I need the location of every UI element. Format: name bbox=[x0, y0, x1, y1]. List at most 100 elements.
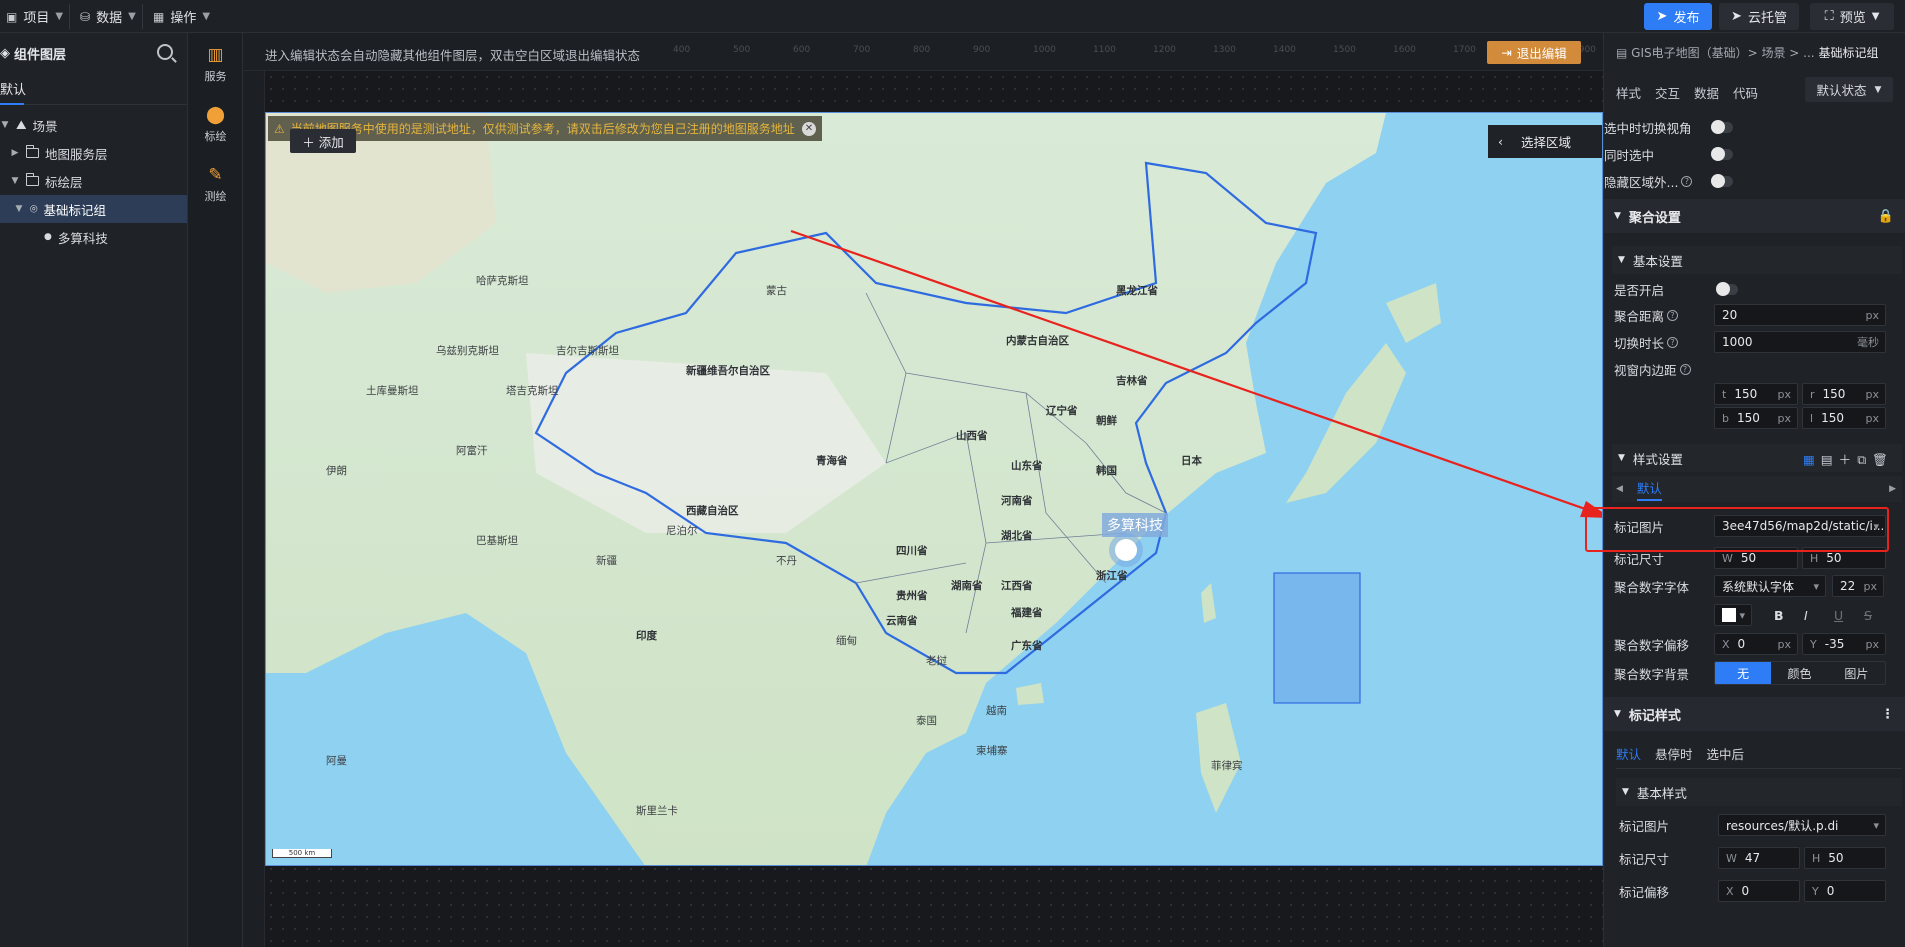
plus-icon[interactable]: ＋ bbox=[1839, 452, 1858, 467]
cluster-settings-header[interactable]: ▼ 聚合设置 🔒 bbox=[1604, 199, 1905, 233]
marker-offset-x2-input[interactable]: X0 bbox=[1718, 880, 1800, 902]
vertical-ruler bbox=[243, 71, 265, 947]
help-icon[interactable]: ? bbox=[1679, 363, 1691, 375]
padding-right-input[interactable]: r 150 px bbox=[1802, 383, 1886, 405]
map-place-label: 河南省 bbox=[1001, 495, 1033, 507]
state-select[interactable]: 默认状态 ▼ bbox=[1805, 77, 1893, 102]
marker-image2-select[interactable]: resources/默认.p.di ▾ bbox=[1718, 814, 1886, 836]
bg-option-image[interactable]: 图片 bbox=[1828, 662, 1885, 684]
lock-icon[interactable]: 🔒 bbox=[1878, 209, 1894, 224]
rail-measure[interactable]: ✎ 测绘 bbox=[188, 165, 243, 204]
preview-button[interactable]: ⛶ 预览 ▼ bbox=[1810, 3, 1894, 30]
layout-icon[interactable]: ▤ bbox=[1821, 452, 1839, 467]
switch-duration-row: 切换时长? 1000 毫秒 bbox=[1604, 328, 1905, 356]
help-icon[interactable]: ? bbox=[1667, 309, 1679, 321]
tab-selected-state[interactable]: 选中后 bbox=[1707, 744, 1745, 763]
base-style-header[interactable]: ▼ 基本样式 bbox=[1616, 778, 1902, 806]
marker-style-header[interactable]: ▼ 标记样式 ⋮ bbox=[1604, 697, 1905, 731]
offset-x-input[interactable]: X 0 px bbox=[1714, 633, 1798, 655]
menu-ops[interactable]: ▦ 操作 ▼ bbox=[147, 4, 216, 29]
tab-default-state[interactable]: 默认 bbox=[1616, 744, 1641, 763]
ruler-tick: 800 bbox=[913, 45, 931, 55]
publish-button[interactable]: ➤ 发布 bbox=[1644, 3, 1712, 30]
tree-item-marker[interactable]: ● 多算科技 bbox=[0, 223, 187, 251]
marker-height2-input[interactable]: H 50 bbox=[1804, 847, 1886, 869]
map-place-label: 缅甸 bbox=[836, 635, 857, 647]
offset-y-input[interactable]: Y -35 px bbox=[1802, 633, 1886, 655]
tree-item-plot-layer[interactable]: ▼ 标绘层 bbox=[0, 167, 187, 195]
ruler-tick: 400 bbox=[673, 45, 691, 55]
underline-icon[interactable]: U bbox=[1834, 608, 1843, 623]
font-size-input[interactable]: 22 px bbox=[1832, 575, 1884, 597]
tab-hover-state[interactable]: 悬停时 bbox=[1655, 744, 1693, 763]
map-place-label: 吉尔吉斯斯坦 bbox=[556, 345, 619, 357]
rail-service[interactable]: ▥ 服务 bbox=[188, 45, 243, 84]
map-place-label: 青海省 bbox=[816, 455, 848, 467]
style-settings-header[interactable]: ▼ 样式设置 ▦▤＋⧉🗑 bbox=[1612, 444, 1902, 472]
map-place-label: 斯里兰卡 bbox=[636, 805, 678, 817]
chevron-down-icon: ▼ bbox=[128, 11, 136, 22]
menu-project[interactable]: ▣ 项目 ▼ bbox=[0, 4, 71, 29]
distance-input[interactable]: 20 px bbox=[1714, 304, 1886, 326]
tree-item-map-service[interactable]: ▶ 地图服务层 bbox=[0, 139, 187, 167]
help-icon[interactable]: ? bbox=[1667, 336, 1679, 348]
tab-style[interactable]: 样式 bbox=[1616, 83, 1641, 102]
exit-edit-button[interactable]: ⇥ 退出编辑 bbox=[1487, 41, 1581, 64]
close-icon[interactable]: ✕ bbox=[802, 121, 816, 136]
tab-code[interactable]: 代码 bbox=[1733, 83, 1758, 102]
caret-down-icon: ▼ bbox=[11, 176, 19, 186]
switch-duration-input[interactable]: 1000 毫秒 bbox=[1714, 331, 1886, 353]
bg-option-color[interactable]: 颜色 bbox=[1771, 662, 1827, 684]
caret-down-icon: ▼ bbox=[1614, 709, 1621, 719]
hide-outside-toggle[interactable] bbox=[1711, 173, 1733, 188]
cloud-host-button[interactable]: ➤ 云托管 bbox=[1719, 3, 1799, 30]
select-area-button[interactable]: ‹ 选择区域 bbox=[1488, 125, 1602, 158]
tree-item-marker-group[interactable]: ▼ ⌾ 基础标记组 bbox=[0, 195, 187, 223]
select-together-toggle[interactable] bbox=[1711, 146, 1733, 161]
warning-icon: ⚠ bbox=[274, 121, 285, 136]
bg-option-none[interactable]: 无 bbox=[1715, 662, 1772, 684]
search-icon[interactable] bbox=[157, 44, 173, 60]
trash-icon[interactable]: 🗑 bbox=[1872, 452, 1894, 467]
font-select[interactable]: 系统默认字体 ▾ bbox=[1714, 575, 1826, 597]
menu-data[interactable]: ⛁ 数据 ▼ bbox=[74, 4, 143, 29]
caret-left-icon[interactable]: ◀ bbox=[1616, 484, 1623, 494]
chevron-left-icon: ‹ bbox=[1498, 134, 1503, 149]
help-icon[interactable]: ? bbox=[1681, 175, 1693, 187]
basic-settings-header[interactable]: ▼ 基本设置 bbox=[1612, 246, 1902, 274]
marker-image2-row: 标记图片 resources/默认.p.di ▾ bbox=[1604, 811, 1905, 839]
map-view[interactable]: ⚠ 当前地图服务中使用的是测试地址，仅供测试参考，请双击后修改为您自己注册的地图… bbox=[265, 112, 1603, 866]
caret-down-icon: ▼ bbox=[1614, 211, 1621, 221]
ruler-tick: 600 bbox=[793, 45, 811, 55]
map-place-label: 西藏自治区 bbox=[686, 505, 739, 517]
marker-group-icon: ⌾ bbox=[30, 201, 38, 216]
tab-default[interactable]: 默认 bbox=[0, 73, 187, 105]
chevron-down-icon: ▾ bbox=[1739, 608, 1745, 622]
marker-icon[interactable] bbox=[1115, 539, 1137, 561]
caret-down-icon: ▼ bbox=[1, 120, 9, 130]
padding-top-input[interactable]: t 150 px bbox=[1714, 383, 1798, 405]
padding-bottom-input[interactable]: b 150 px bbox=[1714, 407, 1798, 429]
font-color-picker[interactable]: ▾ bbox=[1714, 604, 1752, 626]
style-tab-default[interactable]: 默认 bbox=[1636, 478, 1662, 501]
tab-interaction[interactable]: 交互 bbox=[1655, 83, 1680, 102]
italic-icon[interactable]: I bbox=[1804, 608, 1808, 623]
strikethrough-icon[interactable]: S bbox=[1864, 608, 1872, 623]
tree-item-scene[interactable]: ▼ ⛰ 场景 bbox=[0, 111, 187, 139]
marker-offset-y2-input[interactable]: Y0 bbox=[1804, 880, 1886, 902]
enable-toggle[interactable] bbox=[1716, 281, 1738, 296]
ruler-tick: 1000 bbox=[1033, 45, 1056, 55]
more-icon[interactable]: ⋮ bbox=[1881, 707, 1894, 722]
marker-label[interactable]: 多算科技 bbox=[1102, 513, 1168, 537]
tab-data[interactable]: 数据 bbox=[1694, 83, 1719, 102]
marker-width2-input[interactable]: W 47 bbox=[1718, 847, 1800, 869]
switch-view-toggle[interactable] bbox=[1711, 119, 1733, 134]
add-button[interactable]: ＋添加 bbox=[290, 129, 356, 153]
style-toolbar: ▦▤＋⧉🗑 bbox=[1803, 451, 1894, 467]
map-place-label: 浙江省 bbox=[1096, 570, 1128, 582]
copy-icon[interactable]: ⧉ bbox=[1857, 452, 1872, 467]
padding-left-input[interactable]: l 150 px bbox=[1802, 407, 1886, 429]
rail-marker[interactable]: ⬤ 标绘 bbox=[188, 105, 243, 144]
caret-right-icon[interactable]: ▶ bbox=[1889, 484, 1896, 494]
bold-icon[interactable]: B bbox=[1774, 608, 1784, 623]
